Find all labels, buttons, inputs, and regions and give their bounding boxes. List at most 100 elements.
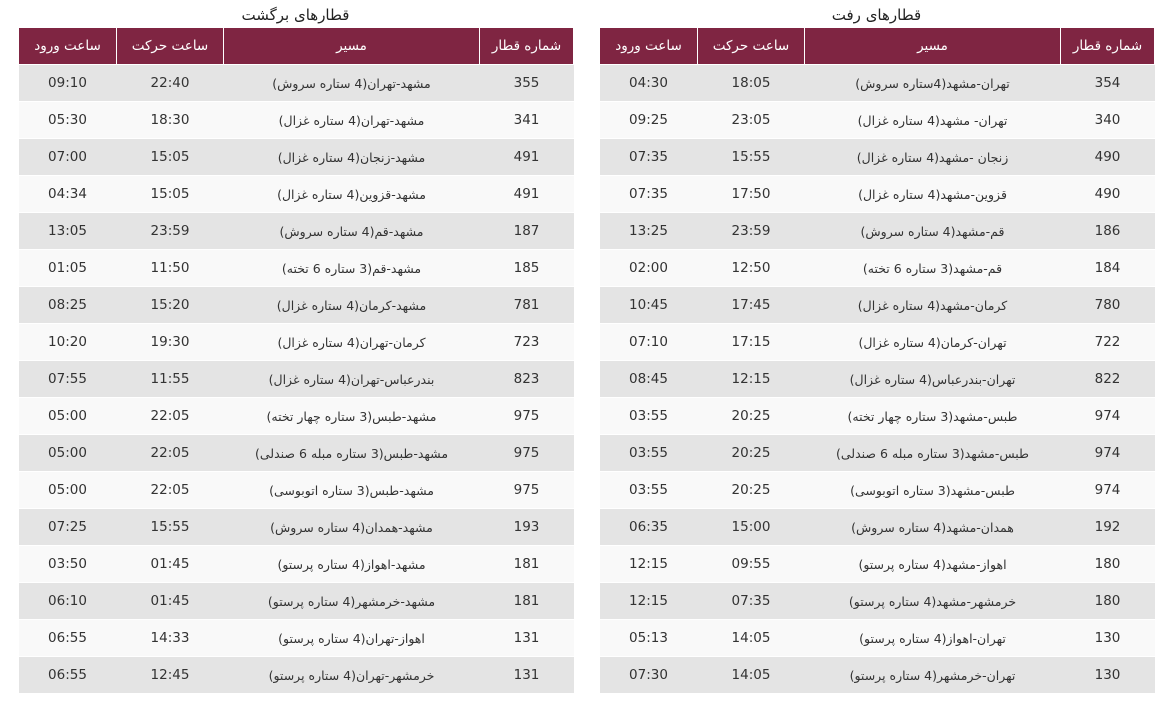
table-row: 340 تهران- مشهد(4 ستاره غزال) 23:05 09:25 [599, 101, 1155, 139]
table-row: 974 طبس-مشهد(3 ستاره چهار تخته) 20:25 03:55 [599, 397, 1155, 435]
table-row: 184 قم-مشهد(3 ستاره 6 تخته) 12:50 02:00 [599, 249, 1155, 287]
route-cell: قزوین-مشهد(4 ستاره غزال) [804, 175, 1061, 213]
table-row: 180 اهواز-مشهد(4 ستاره پرستو) 09:55 12:15 [599, 545, 1155, 583]
arrival-time-cell: 05:13 [599, 619, 698, 657]
arrival-time-cell: 03:55 [599, 434, 698, 472]
arrival-time-cell: 12:15 [599, 545, 698, 583]
train-number-cell: 184 [1060, 249, 1155, 287]
arrival-time-cell: 05:00 [18, 471, 117, 509]
table-row: 974 طبس-مشهد(3 ستاره اتوبوسی) 20:25 03:55 [599, 471, 1155, 509]
route-cell: مشهد-قم(3 ستاره 6 تخته) [223, 249, 480, 287]
header-departure: ساعت حرکت [116, 27, 224, 65]
departure-time-cell: 11:50 [116, 249, 224, 287]
departure-time-cell: 14:05 [697, 619, 805, 657]
table-row: 131 اهواز-تهران(4 ستاره پرستو) 14:33 06:55 [18, 619, 574, 657]
header-arrival: ساعت ورود [18, 27, 117, 65]
return-trains-section: قطارهای برگشت شماره قطار مسیر ساعت حرکت … [18, 0, 574, 693]
train-number-cell: 131 [479, 619, 574, 657]
table-row: 723 کرمان-تهران(4 ستاره غزال) 19:30 10:20 [18, 323, 574, 361]
table-row: 355 مشهد-تهران(4 ستاره سروش) 22:40 09:10 [18, 64, 574, 102]
route-cell: زنجان -مشهد(4 ستاره غزال) [804, 138, 1061, 176]
route-cell: خرمشهر-مشهد(4 ستاره پرستو) [804, 582, 1061, 620]
train-number-cell: 823 [479, 360, 574, 398]
arrival-time-cell: 02:00 [599, 249, 698, 287]
departure-time-cell: 23:59 [116, 212, 224, 250]
arrival-time-cell: 04:30 [599, 64, 698, 102]
train-number-cell: 192 [1060, 508, 1155, 546]
table-row: 193 مشهد-همدان(4 ستاره سروش) 15:55 07:25 [18, 508, 574, 546]
train-number-cell: 354 [1060, 64, 1155, 102]
train-number-cell: 180 [1060, 582, 1155, 620]
table-row: 181 مشهد-اهواز(4 ستاره پرستو) 01:45 03:50 [18, 545, 574, 583]
train-number-cell: 490 [1060, 175, 1155, 213]
route-cell: همدان-مشهد(4 ستاره سروش) [804, 508, 1061, 546]
arrival-time-cell: 05:30 [18, 101, 117, 139]
route-cell: تهران-خرمشهر(4 ستاره پرستو) [804, 656, 1061, 693]
header-departure: ساعت حرکت [697, 27, 805, 65]
departure-time-cell: 15:55 [116, 508, 224, 546]
departure-time-cell: 22:05 [116, 471, 224, 509]
train-number-cell: 355 [479, 64, 574, 102]
departure-time-cell: 09:55 [697, 545, 805, 583]
departure-time-cell: 17:50 [697, 175, 805, 213]
train-number-cell: 974 [1060, 434, 1155, 472]
departure-time-cell: 22:05 [116, 397, 224, 435]
departure-time-cell: 23:05 [697, 101, 805, 139]
table-row: 131 خرمشهر-تهران(4 ستاره پرستو) 12:45 06:55 [18, 656, 574, 693]
train-number-cell: 130 [1060, 656, 1155, 693]
train-number-cell: 491 [479, 138, 574, 176]
outbound-trains-title: قطارهای رفت [831, 6, 922, 24]
table-row: 490 قزوین-مشهد(4 ستاره غزال) 17:50 07:35 [599, 175, 1155, 213]
table-row: 341 مشهد-تهران(4 ستاره غزال) 18:30 05:30 [18, 101, 574, 139]
route-cell: مشهد-زنجان(4 ستاره غزال) [223, 138, 480, 176]
table-row: 781 مشهد-کرمان(4 ستاره غزال) 15:20 08:25 [18, 286, 574, 324]
arrival-time-cell: 06:10 [18, 582, 117, 620]
departure-time-cell: 15:20 [116, 286, 224, 324]
arrival-time-cell: 05:00 [18, 397, 117, 435]
departure-time-cell: 14:05 [697, 656, 805, 693]
departure-time-cell: 17:45 [697, 286, 805, 324]
route-cell: مشهد-قزوین(4 ستاره غزال) [223, 175, 480, 213]
train-number-cell: 185 [479, 249, 574, 287]
route-cell: بندرعباس-تهران(4 ستاره غزال) [223, 360, 480, 398]
table-row: 975 مشهد-طبس(3 ستاره اتوبوسی) 22:05 05:00 [18, 471, 574, 509]
route-cell: تهران-مشهد(4ستاره سروش) [804, 64, 1061, 102]
table-row: 354 تهران-مشهد(4ستاره سروش) 18:05 04:30 [599, 64, 1155, 102]
arrival-time-cell: 06:55 [18, 656, 117, 693]
train-number-cell: 181 [479, 582, 574, 620]
arrival-time-cell: 03:55 [599, 471, 698, 509]
departure-time-cell: 18:05 [697, 64, 805, 102]
train-number-cell: 974 [1060, 397, 1155, 435]
arrival-time-cell: 07:30 [599, 656, 698, 693]
table-row: 491 مشهد-زنجان(4 ستاره غزال) 15:05 07:00 [18, 138, 574, 176]
departure-time-cell: 20:25 [697, 397, 805, 435]
train-number-cell: 186 [1060, 212, 1155, 250]
route-cell: مشهد-قم(4 ستاره سروش) [223, 212, 480, 250]
route-cell: تهران- مشهد(4 ستاره غزال) [804, 101, 1061, 139]
arrival-time-cell: 06:35 [599, 508, 698, 546]
arrival-time-cell: 07:55 [18, 360, 117, 398]
return-trains-title: قطارهای برگشت [241, 6, 350, 24]
train-number-cell: 974 [1060, 471, 1155, 509]
train-number-cell: 781 [479, 286, 574, 324]
table-row: 780 کرمان-مشهد(4 ستاره غزال) 17:45 10:45 [599, 286, 1155, 324]
arrival-time-cell: 04:34 [18, 175, 117, 213]
route-cell: کرمان-مشهد(4 ستاره غزال) [804, 286, 1061, 324]
train-number-cell: 193 [479, 508, 574, 546]
outbound-trains-section: قطارهای رفت شماره قطار مسیر ساعت حرکت سا… [599, 0, 1155, 693]
route-cell: مشهد-طبس(3 ستاره اتوبوسی) [223, 471, 480, 509]
departure-time-cell: 14:33 [116, 619, 224, 657]
arrival-time-cell: 12:15 [599, 582, 698, 620]
departure-time-cell: 20:25 [697, 471, 805, 509]
route-cell: مشهد-خرمشهر(4 ستاره پرستو) [223, 582, 480, 620]
departure-time-cell: 15:05 [116, 138, 224, 176]
table-row: 975 مشهد-طبس(3 ستاره چهار تخته) 22:05 05:00 [18, 397, 574, 435]
departure-time-cell: 15:05 [116, 175, 224, 213]
train-number-cell: 130 [1060, 619, 1155, 657]
arrival-time-cell: 07:25 [18, 508, 117, 546]
departure-time-cell: 23:59 [697, 212, 805, 250]
route-cell: تهران-کرمان(4 ستاره غزال) [804, 323, 1061, 361]
departure-time-cell: 15:55 [697, 138, 805, 176]
table-row: 130 تهران-خرمشهر(4 ستاره پرستو) 14:05 07:30 [599, 656, 1155, 693]
route-cell: مشهد-اهواز(4 ستاره پرستو) [223, 545, 480, 583]
